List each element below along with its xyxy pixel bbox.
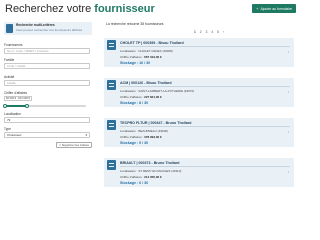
chevron-right-icon: › — [287, 169, 289, 174]
filter-panel: Recherche multi-critères Vous pouvez rec… — [3, 22, 96, 152]
activite-input[interactable]: Libellé — [4, 80, 90, 86]
ca-range-box: 60 000 € - 814 000 € — [4, 96, 32, 101]
localisation-input[interactable]: 79 — [4, 117, 90, 123]
fournisseur-label: Fournisseurs — [4, 43, 23, 47]
supplier-location: Localisation : BEAUPREAU (49600) — [120, 128, 169, 133]
supplier-name: CHOLET TP | 000399 - Bisou Thollard — [120, 41, 184, 45]
revenue-label: Chiffre d'affaires : — [120, 95, 144, 99]
chevron-right-icon: › — [287, 89, 289, 94]
ca-min: 60 000 € — [6, 97, 17, 100]
info-box: Recherche multi-critères Vous pouvez rec… — [4, 22, 92, 35]
chevron-right-icon: › — [287, 129, 289, 134]
fournisseur-input[interactable]: Nom / Code / SIRET / Contacts — [4, 48, 90, 54]
page-link[interactable]: 4 — [211, 30, 213, 34]
supplier-card[interactable]: TECPRO FLTUR | 000347 - Bruno Thollard Lo… — [104, 118, 294, 147]
ca-max: 814 000 € — [18, 97, 30, 100]
type-select[interactable]: Choisissez ▾ — [4, 132, 90, 138]
type-select-value: Choisissez — [7, 133, 22, 137]
type-label: Type — [4, 127, 11, 131]
building-icon — [107, 160, 116, 170]
supplier-location: Localisation : SAINT-LAMBERT-LA-POTHERIE… — [120, 88, 195, 93]
revenue-label: Chiffre d'affaires : — [120, 175, 144, 179]
supplier-revenue: Chiffre d'affaires : 227 821,00 € — [120, 95, 162, 99]
supplier-card[interactable]: CHOLET TP | 000399 - Bisou Thollard Local… — [104, 38, 294, 67]
supplier-name: BRIAULT | 000373 - Bruno Thollard — [120, 161, 180, 165]
page-link[interactable]: 2 — [200, 30, 202, 34]
localisation-label: Localisation — [4, 112, 21, 116]
famille-label: Famille — [4, 58, 15, 62]
revenue-value: 378 993,00 € — [144, 135, 162, 139]
supplier-revenue: Chiffre d'affaires : 214 005,00 € — [120, 175, 162, 179]
famille-input[interactable]: Code / Libellé — [4, 63, 90, 69]
page-title-main: Recherchez votre — [5, 3, 92, 15]
supplier-name: ACM | 000126 - Bisou Thollard — [120, 81, 172, 85]
ca-slider-min-handle[interactable] — [3, 104, 7, 108]
supplier-stock: Stockage : 6 / 30 — [120, 181, 149, 185]
building-icon — [107, 120, 116, 130]
ca-slider-fill — [4, 105, 27, 107]
supplier-stock: Stockage : 9 / 30 — [120, 141, 149, 145]
revenue-value: 227 821,00 € — [144, 95, 162, 99]
page-link[interactable]: 3 — [206, 30, 208, 34]
pagination: 1 2 3 4 5 › — [194, 30, 224, 34]
supplier-stock: Stockage : 16 / 30 — [120, 61, 151, 65]
supplier-stock: Stockage : 8 / 30 — [120, 101, 149, 105]
add-to-form-button[interactable]: + Ajouter au formulaire — [252, 4, 296, 13]
page-title: Recherchez votre fournisseur — [5, 3, 155, 15]
activite-label: Activité — [4, 75, 15, 79]
revenue-value: 214 005,00 € — [144, 175, 162, 179]
supplier-location: Localisation : ST REMY EN MAUGES (49110) — [120, 168, 182, 173]
close-icon: × — [59, 143, 61, 147]
document-icon — [6, 24, 13, 33]
supplier-location: Localisation : CHOLET CEDEX (49308) — [120, 48, 173, 53]
page-link[interactable]: 5 — [217, 30, 219, 34]
page-title-accent: fournisseur — [94, 3, 155, 15]
reset-criteria-button[interactable]: × Supprimer les critères — [56, 142, 92, 148]
building-icon — [107, 80, 116, 90]
supplier-revenue: Chiffre d'affaires : 667 319,00 € — [120, 55, 162, 59]
supplier-card[interactable]: ACM | 000126 - Bisou Thollard Localisatio… — [104, 78, 294, 107]
ca-slider[interactable] — [3, 104, 86, 108]
revenue-value: 667 319,00 € — [144, 55, 162, 59]
reset-criteria-label: Supprimer les critères — [61, 143, 89, 147]
chevron-down-icon: ▾ — [85, 133, 87, 137]
next-page-icon[interactable]: › — [223, 30, 224, 34]
supplier-revenue: Chiffre d'affaires : 378 993,00 € — [120, 135, 162, 139]
ca-slider-max-handle[interactable] — [24, 104, 29, 108]
ca-label: Chiffre d'affaires — [4, 91, 27, 95]
info-title: Recherche multi-critères — [16, 23, 55, 27]
chevron-right-icon: › — [287, 49, 289, 54]
info-subtitle: Vous pouvez rechercher vos fournisseurs … — [16, 28, 83, 32]
plus-icon: + — [256, 6, 259, 11]
revenue-label: Chiffre d'affaires : — [120, 55, 144, 59]
results-count: La recherche retourne 38 fournisseurs — [106, 22, 164, 26]
revenue-label: Chiffre d'affaires : — [120, 135, 144, 139]
supplier-card[interactable]: BRIAULT | 000373 - Bruno Thollard Localis… — [104, 158, 294, 187]
add-to-form-label: Ajouter au formulaire — [260, 6, 292, 11]
supplier-name: TECPRO FLTUR | 000347 - Bruno Thollard — [120, 121, 192, 125]
building-icon — [107, 40, 116, 50]
page-link[interactable]: 1 — [194, 30, 196, 34]
